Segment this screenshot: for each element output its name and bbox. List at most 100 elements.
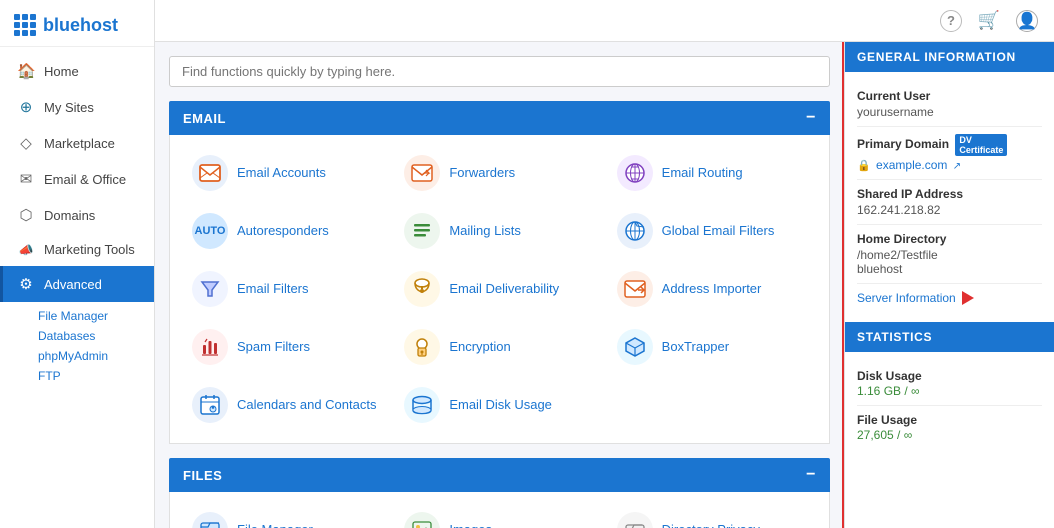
server-info-link[interactable]: Server Information bbox=[857, 291, 956, 305]
general-info-header: GENERAL INFORMATION bbox=[845, 42, 1054, 72]
global-email-filters-item[interactable]: Global Email Filters bbox=[609, 207, 815, 255]
logo[interactable]: bluehost bbox=[0, 0, 154, 47]
global-email-filters-icon bbox=[617, 213, 653, 249]
forwarders-icon bbox=[404, 155, 440, 191]
user-icon[interactable]: 👤 bbox=[1016, 10, 1038, 32]
boxtrapper-item[interactable]: BoxTrapper bbox=[609, 323, 815, 371]
bluehost-label: bluehost bbox=[857, 262, 1042, 276]
email-filters-label: Email Filters bbox=[237, 281, 309, 298]
encryption-item[interactable]: Encryption bbox=[396, 323, 602, 371]
gear-icon: ⚙ bbox=[17, 275, 35, 293]
search-input[interactable] bbox=[169, 56, 830, 87]
sidebar-item-home[interactable]: 🏠 Home bbox=[0, 53, 154, 89]
content-main: EMAIL − bbox=[155, 42, 844, 528]
sidebar-item-email-office[interactable]: ✉ Email & Office bbox=[0, 161, 154, 197]
sidebar-item-my-sites[interactable]: ⊕ My Sites bbox=[0, 89, 154, 125]
content-area: EMAIL − bbox=[155, 42, 1054, 528]
images-label: Images bbox=[449, 522, 492, 528]
calendars-contacts-icon bbox=[192, 387, 228, 423]
calendars-contacts-item[interactable]: Calendars and Contacts bbox=[184, 381, 390, 429]
email-accounts-label: Email Accounts bbox=[237, 165, 326, 182]
shared-ip-value: 162.241.218.82 bbox=[857, 203, 1042, 217]
email-section: EMAIL − bbox=[169, 101, 830, 444]
email-deliverability-item[interactable]: Email Deliverability bbox=[396, 265, 602, 313]
domains-icon: ⬡ bbox=[17, 206, 35, 224]
current-user-row: Current User yourusername bbox=[857, 82, 1042, 127]
autoresponders-item[interactable]: AUTO Autoresponders bbox=[184, 207, 390, 255]
autoresponders-label: Autoresponders bbox=[237, 223, 329, 240]
email-routing-item[interactable]: Email Routing bbox=[609, 149, 815, 197]
sidebar-item-label: Marketing Tools bbox=[44, 242, 135, 257]
sub-phpmyadmin[interactable]: phpMyAdmin bbox=[38, 346, 140, 366]
statistics-header: STATISTICS bbox=[845, 322, 1054, 352]
files-section-title: FILES bbox=[183, 468, 222, 483]
mailing-lists-item[interactable]: Mailing Lists bbox=[396, 207, 602, 255]
email-disk-usage-item[interactable]: Email Disk Usage bbox=[396, 381, 602, 429]
email-filters-icon bbox=[192, 271, 228, 307]
email-grid: Email Accounts Forw bbox=[184, 149, 815, 429]
spam-filters-label: Spam Filters bbox=[237, 339, 310, 356]
forwarders-item[interactable]: Forwarders bbox=[396, 149, 602, 197]
help-icon[interactable]: ? bbox=[940, 10, 962, 32]
logo-text: bluehost bbox=[43, 15, 118, 36]
email-section-header: EMAIL − bbox=[169, 101, 830, 135]
sidebar-sub-items: File Manager Databases phpMyAdmin FTP bbox=[0, 302, 154, 390]
shared-ip-label: Shared IP Address bbox=[857, 187, 1042, 201]
directory-privacy-label: Directory Privacy bbox=[662, 522, 760, 528]
address-importer-icon bbox=[617, 271, 653, 307]
email-accounts-item[interactable]: Email Accounts bbox=[184, 149, 390, 197]
lock-icon: 🔒 bbox=[857, 160, 871, 172]
general-info-body: Current User yourusername Primary Domain… bbox=[845, 72, 1054, 322]
file-usage-label: File Usage bbox=[857, 413, 1042, 427]
sub-databases[interactable]: Databases bbox=[38, 326, 140, 346]
sidebar-item-label: My Sites bbox=[44, 100, 94, 115]
forwarders-label: Forwarders bbox=[449, 165, 515, 182]
domain-link[interactable]: example.com ↗ bbox=[876, 158, 961, 172]
mailing-lists-icon bbox=[404, 213, 440, 249]
dv-badge: DVCertificate bbox=[955, 134, 1007, 156]
sidebar-item-marketing-tools[interactable]: 📣 Marketing Tools bbox=[0, 233, 154, 266]
primary-domain-row: Primary Domain DVCertificate 🔒 example.c… bbox=[857, 127, 1042, 180]
sidebar-item-label: Advanced bbox=[44, 277, 102, 292]
sub-file-manager[interactable]: File Manager bbox=[38, 306, 140, 326]
mailing-lists-label: Mailing Lists bbox=[449, 223, 521, 240]
files-section: FILES − File Manager bbox=[169, 458, 830, 528]
directory-privacy-icon bbox=[617, 512, 653, 528]
file-manager-label: File Manager bbox=[237, 522, 313, 528]
spam-filters-icon bbox=[192, 329, 228, 365]
images-item[interactable]: Images bbox=[396, 506, 602, 528]
sidebar-item-advanced[interactable]: ⚙ Advanced bbox=[0, 266, 154, 302]
email-routing-icon bbox=[617, 155, 653, 191]
email-deliverability-label: Email Deliverability bbox=[449, 281, 559, 298]
home-icon: 🏠 bbox=[17, 62, 35, 80]
current-user-label: Current User bbox=[857, 89, 1042, 103]
spam-filters-item[interactable]: Spam Filters bbox=[184, 323, 390, 371]
file-manager-item[interactable]: File Manager bbox=[184, 506, 390, 528]
email-routing-label: Email Routing bbox=[662, 165, 743, 182]
boxtrapper-label: BoxTrapper bbox=[662, 339, 729, 356]
email-deliverability-icon bbox=[404, 271, 440, 307]
images-icon bbox=[404, 512, 440, 528]
files-collapse-button[interactable]: − bbox=[806, 466, 816, 484]
email-disk-usage-label: Email Disk Usage bbox=[449, 397, 552, 414]
external-link-icon: ↗ bbox=[953, 161, 961, 172]
main: ? 🛒 👤 EMAIL − bbox=[155, 0, 1054, 528]
topbar: ? 🛒 👤 bbox=[155, 0, 1054, 42]
email-collapse-button[interactable]: − bbox=[806, 109, 816, 127]
files-section-header: FILES − bbox=[169, 458, 830, 492]
primary-domain-label: Primary Domain DVCertificate bbox=[857, 134, 1042, 156]
sidebar-item-label: Domains bbox=[44, 208, 95, 223]
sidebar-item-label: Email & Office bbox=[44, 172, 126, 187]
file-usage-value: 27,605 / ∞ bbox=[857, 428, 1042, 442]
files-grid: File Manager Images bbox=[184, 506, 815, 528]
sidebar-item-domains[interactable]: ⬡ Domains bbox=[0, 197, 154, 233]
sub-ftp[interactable]: FTP bbox=[38, 366, 140, 386]
files-section-body: File Manager Images bbox=[169, 492, 830, 528]
address-importer-item[interactable]: Address Importer bbox=[609, 265, 815, 313]
directory-privacy-item[interactable]: Directory Privacy bbox=[609, 506, 815, 528]
cart-icon[interactable]: 🛒 bbox=[978, 10, 1000, 32]
boxtrapper-icon bbox=[617, 329, 653, 365]
sidebar-item-marketplace[interactable]: ◇ Marketplace bbox=[0, 125, 154, 161]
sidebar-nav: 🏠 Home ⊕ My Sites ◇ Marketplace ✉ Email … bbox=[0, 47, 154, 528]
email-filters-item[interactable]: Email Filters bbox=[184, 265, 390, 313]
